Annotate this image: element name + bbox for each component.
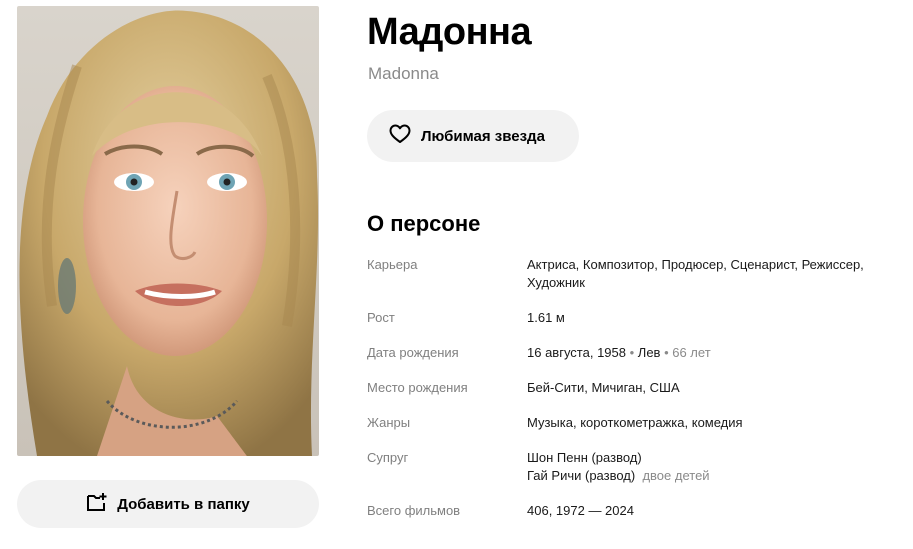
spouse-first[interactable]: Шон Пенн (развод): [527, 449, 897, 467]
favorite-label: Любимая звезда: [421, 127, 545, 145]
height-label: Рост: [367, 310, 395, 325]
spouse-label: Супруг: [367, 450, 409, 465]
heart-icon: [389, 124, 411, 148]
folder-add-icon: [86, 492, 108, 516]
total-films-label: Всего фильмов: [367, 503, 461, 518]
original-name: Madonna: [368, 64, 439, 83]
birth-place-value[interactable]: Бей-Сити, Мичиган, США: [527, 379, 897, 397]
genres-value[interactable]: Музыка, короткометражка, комедия: [527, 414, 897, 432]
genres-label: Жанры: [367, 415, 411, 430]
height-value: 1.61 м: [527, 310, 565, 325]
favorite-star-button[interactable]: Любимая звезда: [367, 110, 579, 162]
spouse-second[interactable]: Гай Ричи (развод): [527, 468, 635, 483]
spouse-value: Шон Пенн (развод) Гай Ричи (развод) двое…: [527, 449, 897, 485]
person-name: Мадонна: [367, 11, 532, 53]
birth-date[interactable]: 16 августа, 1958: [527, 345, 626, 360]
total-films-value[interactable]: 406, 1972 — 2024: [527, 502, 897, 520]
birth-place-label: Место рождения: [367, 380, 468, 395]
add-to-folder-label: Добавить в папку: [117, 495, 250, 513]
career-value[interactable]: Актриса, Композитор, Продюсер, Сценарист…: [527, 256, 897, 292]
about-section-title: О персоне: [367, 211, 481, 236]
spouse-children: двое детей: [642, 468, 710, 483]
add-to-folder-button[interactable]: Добавить в папку: [17, 480, 319, 528]
career-label: Карьера: [367, 257, 418, 272]
zodiac-sign[interactable]: Лев: [638, 345, 661, 360]
person-photo: [17, 6, 319, 456]
separator: •: [626, 345, 638, 360]
birth-date-value: 16 августа, 1958 • Лев • 66 лет: [527, 344, 897, 362]
birth-date-label: Дата рождения: [367, 345, 459, 360]
age: 66 лет: [672, 345, 711, 360]
separator: •: [660, 345, 673, 360]
